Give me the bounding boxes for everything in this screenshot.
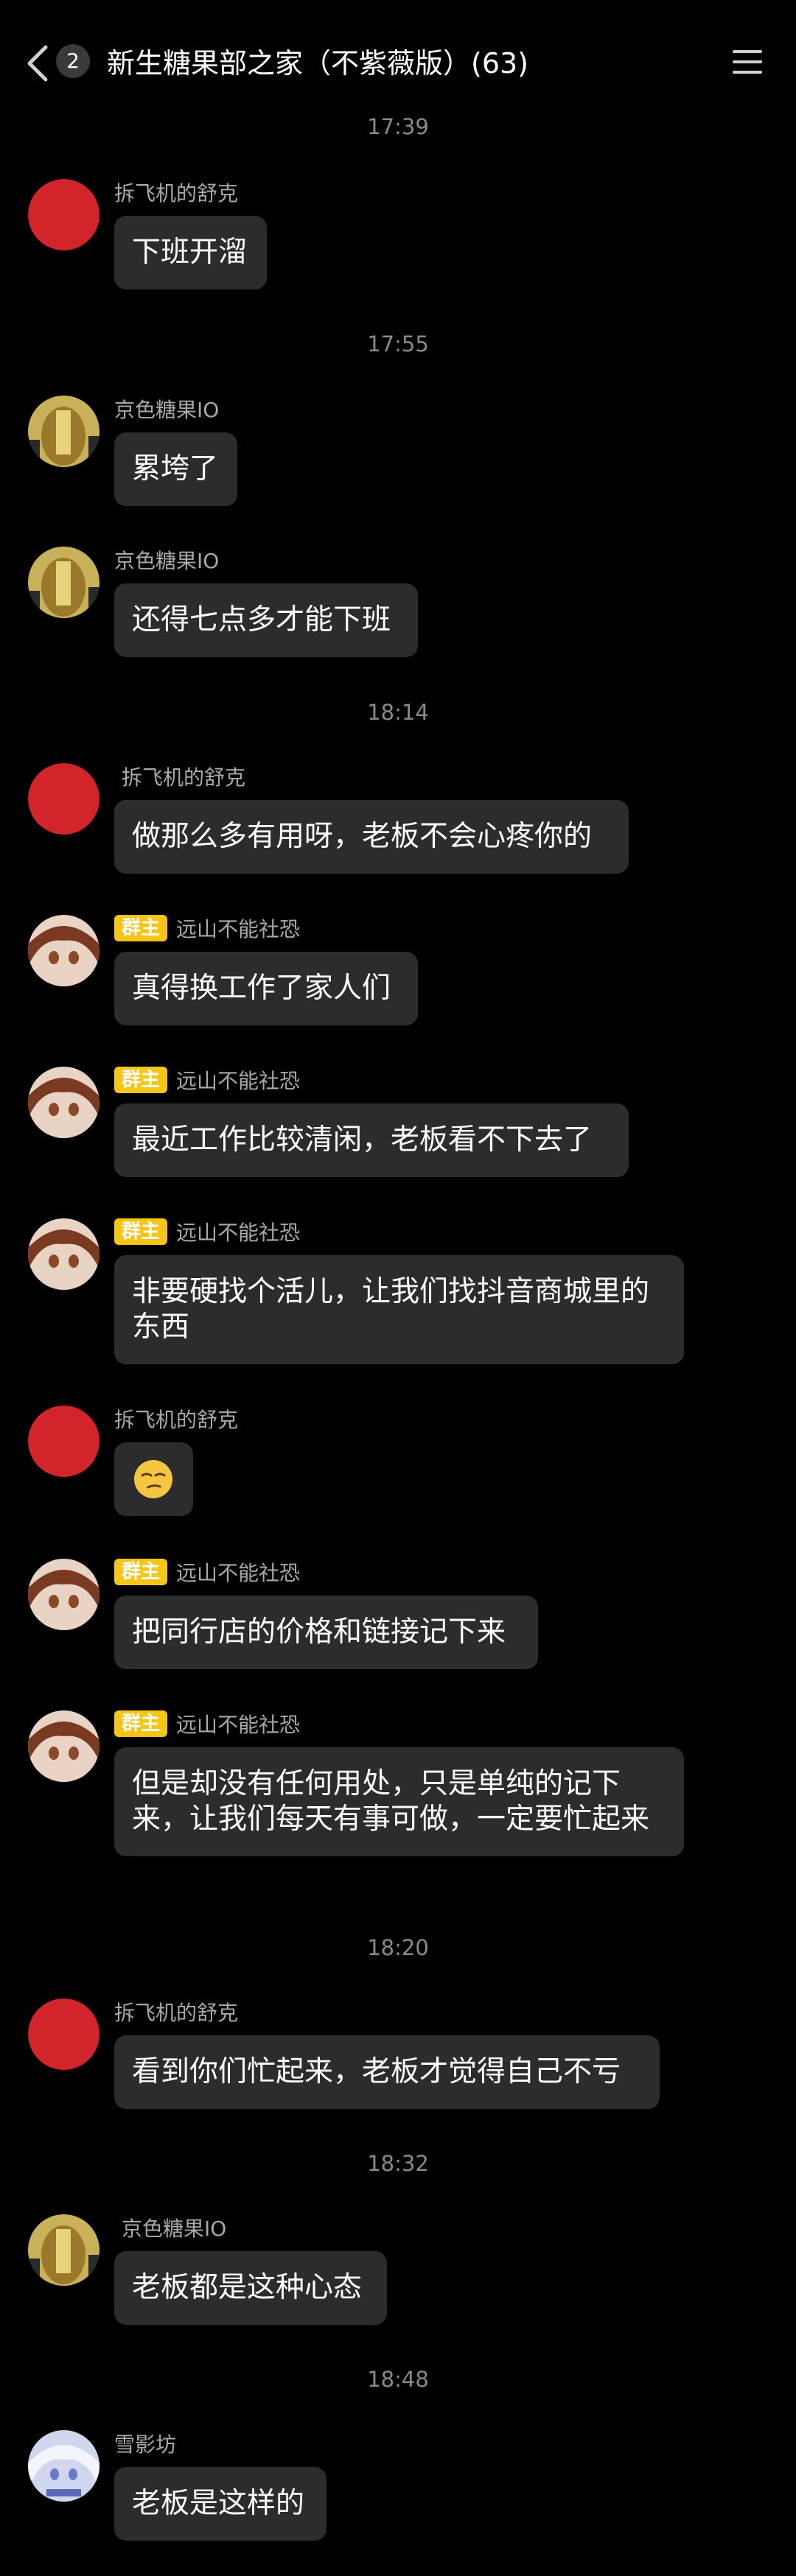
smirk-emoji-icon [134, 1460, 172, 1498]
group-owner-badge: 群主 [114, 1710, 168, 1737]
avatar[interactable] [28, 1710, 100, 1782]
menu-icon[interactable] [730, 46, 765, 78]
brown-hair-anime-avatar-icon [28, 1710, 100, 1782]
red-circle-avatar-icon [28, 1998, 100, 2070]
avatar[interactable] [28, 2430, 100, 2502]
chat-title: 新生糖果部之家（不紫薇版）(63) [107, 47, 529, 80]
message-bubble[interactable]: 老板是这样的 [114, 2467, 327, 2541]
avatar[interactable] [28, 179, 100, 250]
sender-name: 雪影坊 [114, 2432, 177, 2457]
sender-name: 京色糖果IO [114, 549, 220, 573]
timestamp: 18:32 [367, 2151, 429, 2176]
avatar[interactable] [28, 396, 100, 467]
message-bubble[interactable]: 真得换工作了家人们 [114, 952, 418, 1025]
sender-name-text: 远山不能社恐 [176, 1221, 301, 1245]
timestamp: 18:48 [367, 2367, 429, 2392]
gold-anime-avatar-icon [28, 547, 100, 618]
back-arrow-icon[interactable] [21, 43, 56, 84]
group-owner-badge: 群主 [114, 1067, 168, 1093]
message-bubble[interactable]: 非要硬找个活儿，让我们找抖音商城里的东西 [114, 1255, 684, 1364]
brown-hair-anime-avatar-icon [28, 1559, 100, 1630]
message-bubble[interactable]: 最近工作比较清闲，老板看不下去了 [114, 1103, 629, 1177]
message-bubble[interactable]: 看到你们忙起来，老板才觉得自己不亏 [114, 2035, 660, 2109]
timestamp: 17:55 [367, 331, 429, 357]
sender-name: 拆飞机的舒克 [114, 181, 239, 206]
group-owner-badge: 群主 [114, 915, 168, 941]
white-hair-anime-avatar-icon [28, 2430, 100, 2502]
sender-name-text: 远山不能社恐 [176, 917, 301, 941]
message-bubble[interactable]: 但是却没有任何用处，只是单纯的记下来，让我们每天有事可做，一定要忙起来 [114, 1747, 684, 1856]
avatar[interactable] [28, 1559, 100, 1630]
sender-name: 拆飞机的舒克 [122, 765, 246, 790]
sender-name: 群主 远山不能社恐 [114, 915, 300, 941]
red-circle-avatar-icon [28, 763, 100, 835]
message-bubble[interactable]: 老板都是这种心态 [114, 2251, 387, 2325]
sender-name-text: 远山不能社恐 [176, 1069, 301, 1093]
red-circle-avatar-icon [28, 179, 100, 250]
message-bubble[interactable] [114, 1442, 193, 1516]
brown-hair-anime-avatar-icon [28, 1218, 100, 1290]
timestamp: 18:20 [367, 1935, 429, 1960]
sender-name: 京色糖果IO [114, 398, 220, 422]
sender-name: 拆飞机的舒克 [114, 2001, 239, 2025]
avatar[interactable] [28, 1405, 100, 1477]
group-owner-badge: 群主 [114, 1559, 168, 1585]
sender-name: 京色糖果IO [122, 2217, 227, 2241]
message-bubble[interactable]: 还得七点多才能下班 [114, 583, 418, 657]
brown-hair-anime-avatar-icon [28, 915, 100, 986]
sender-name: 群主 远山不能社恐 [114, 1067, 300, 1093]
sender-name: 群主 远山不能社恐 [114, 1218, 300, 1245]
message-bubble[interactable]: 下班开溜 [114, 216, 267, 289]
chat-screen: 2 新生糖果部之家（不紫薇版）(63) 17:39 拆飞机的舒克 下班开溜 17… [0, 0, 796, 2576]
avatar[interactable] [28, 2214, 100, 2286]
unread-count-badge[interactable]: 2 [56, 44, 90, 78]
avatar[interactable] [28, 1998, 100, 2070]
avatar[interactable] [28, 1067, 100, 1138]
sender-name: 群主 远山不能社恐 [114, 1710, 300, 1737]
avatar[interactable] [28, 1218, 100, 1290]
sender-name: 群主 远山不能社恐 [114, 1559, 300, 1585]
gold-anime-avatar-icon [28, 2214, 100, 2286]
gold-anime-avatar-icon [28, 396, 100, 467]
message-bubble[interactable]: 累垮了 [114, 432, 237, 506]
message-bubble[interactable]: 把同行店的价格和链接记下来 [114, 1596, 538, 1669]
timestamp: 17:39 [367, 114, 429, 139]
avatar[interactable] [28, 763, 100, 835]
message-bubble[interactable]: 做那么多有用呀，老板不会心疼你的 [114, 800, 629, 874]
sender-name-text: 远山不能社恐 [176, 1561, 301, 1585]
avatar[interactable] [28, 547, 100, 618]
red-circle-avatar-icon [28, 1405, 100, 1477]
chat-header: 2 新生糖果部之家（不紫薇版）(63) [0, 0, 796, 125]
timestamp: 18:14 [367, 700, 429, 725]
avatar[interactable] [28, 915, 100, 986]
brown-hair-anime-avatar-icon [28, 1067, 100, 1138]
sender-name-text: 远山不能社恐 [176, 1713, 301, 1737]
sender-name: 拆飞机的舒克 [114, 1408, 239, 1432]
group-owner-badge: 群主 [114, 1218, 168, 1245]
